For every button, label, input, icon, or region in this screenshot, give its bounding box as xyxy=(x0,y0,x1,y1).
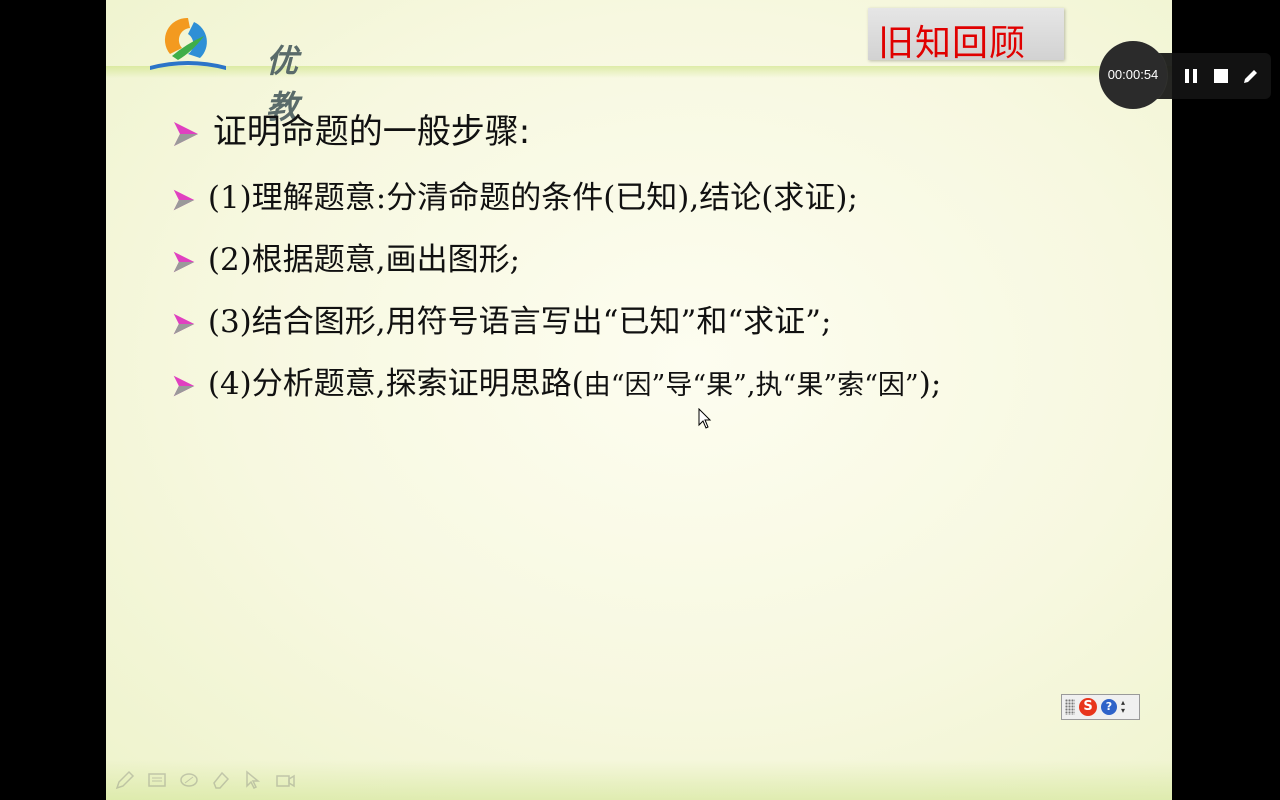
eraser-circle-icon[interactable] xyxy=(178,769,200,791)
review-title-box: 旧知回顾 xyxy=(868,8,1064,64)
bullet-arrow-icon xyxy=(173,189,195,210)
step-item-2: (2)根据题意,画出图形; xyxy=(172,234,520,279)
step-text-small: 由“因”导“果”,执“果”索“因” xyxy=(583,370,919,401)
camera-icon[interactable] xyxy=(274,769,296,791)
logo-mark-icon xyxy=(150,17,226,70)
step-item-1: (1)理解题意:分清命题的条件(已知),结论(求证); xyxy=(172,172,858,217)
heading-row: 证明命题的一般步骤: xyxy=(172,104,530,153)
bullet-arrow-icon xyxy=(173,251,195,272)
stop-icon[interactable] xyxy=(1211,66,1231,86)
sogou-logo-icon[interactable]: S xyxy=(1079,698,1097,716)
bullet-arrow-icon xyxy=(173,313,195,334)
bullet-arrow-icon xyxy=(174,121,198,146)
step-item-3: (3)结合图形,用符号语言写出“已知”和“求证”; xyxy=(172,296,831,341)
mouse-pointer-icon xyxy=(698,408,712,429)
slide: 优教 旧知回顾 证明命题的一般步骤: (1)理解题意:分清命题的条件(已知),结… xyxy=(106,0,1172,800)
step-text: (2)根据题意,画出图形; xyxy=(207,242,521,278)
recorder-controls: 00:00:54 xyxy=(1099,41,1271,109)
ime-menu-icon[interactable]: ▴ ▾ xyxy=(1121,699,1125,715)
pause-icon[interactable] xyxy=(1181,66,1201,86)
heading-text: 证明命题的一般步骤: xyxy=(212,112,531,152)
step-text: (4)分析题意,探索证明思路( xyxy=(207,366,584,402)
step-item-4: (4)分析题意,探索证明思路(由“因”导“果”,执“果”索“因”); xyxy=(172,358,941,403)
review-title: 旧知回顾 xyxy=(878,23,1027,64)
pencil-icon[interactable] xyxy=(114,769,136,791)
help-icon[interactable]: ? xyxy=(1101,699,1117,715)
slides-icon[interactable] xyxy=(146,769,168,791)
pointer-icon[interactable] xyxy=(242,769,264,791)
step-text: (3)结合图形,用符号语言写出“已知”和“求证”; xyxy=(207,304,832,340)
step-text-end: ); xyxy=(918,366,942,402)
eraser-icon[interactable] xyxy=(210,769,232,791)
pencil-icon[interactable] xyxy=(1241,66,1261,86)
youjiao-logo: 优教 xyxy=(148,14,308,126)
bullet-arrow-icon xyxy=(173,375,195,396)
pen-toolbar xyxy=(114,766,296,794)
recording-timer: 00:00:54 xyxy=(1099,41,1167,109)
step-text: (1)理解题意:分清命题的条件(已知),结论(求证); xyxy=(207,180,858,216)
drag-handle-icon[interactable] xyxy=(1065,699,1075,715)
ime-toolbar[interactable]: S ? ▴ ▾ xyxy=(1061,694,1140,720)
